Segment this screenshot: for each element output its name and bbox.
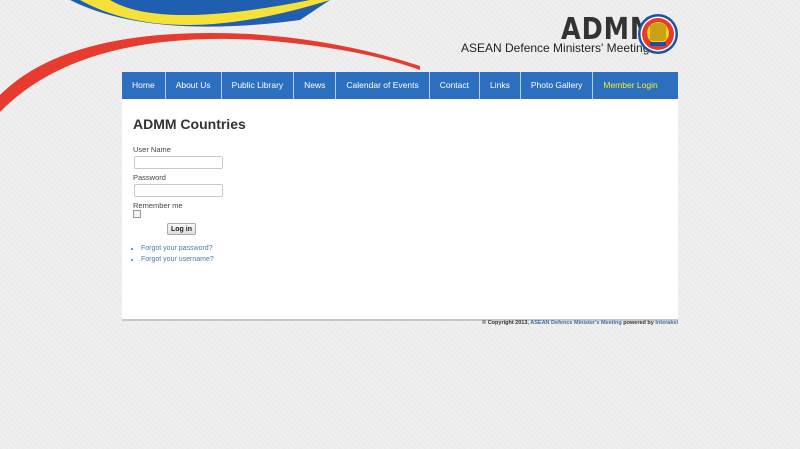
footer: © Copyright 2013, ASEAN Defence Minister… <box>122 320 678 326</box>
nav-home[interactable]: Home <box>122 72 166 99</box>
asean-emblem-icon <box>638 14 678 54</box>
help-links: Forgot your password? Forgot your userna… <box>133 243 214 265</box>
nav-calendar-of-events[interactable]: Calendar of Events <box>336 72 430 99</box>
footer-powered-by: powered by <box>623 320 654 326</box>
remember-me-checkbox[interactable] <box>133 210 141 218</box>
logo-subtitle: ASEAN Defence Ministers' Meeting <box>461 41 650 55</box>
nav-about-us[interactable]: About Us <box>166 72 222 99</box>
login-button[interactable]: Log in <box>167 223 196 235</box>
page-title: ADMM Countries <box>133 116 246 132</box>
site-logo[interactable]: ADMM ASEAN Defence Ministers' Meeting <box>455 12 685 62</box>
nav-links[interactable]: Links <box>480 72 521 99</box>
footer-site-link[interactable]: ASEAN Defence Minister's Meeting <box>530 320 621 326</box>
list-item: Forgot your username? <box>141 254 214 265</box>
username-label: User Name <box>133 145 171 154</box>
footer-copyright: © Copyright 2013, <box>482 320 529 326</box>
remember-me-label: Remember me <box>133 201 183 210</box>
nav-news[interactable]: News <box>294 72 337 99</box>
nav-photo-gallery[interactable]: Photo Gallery <box>521 72 594 99</box>
main-nav: Home About Us Public Library News Calend… <box>122 72 678 99</box>
username-input[interactable] <box>134 156 223 169</box>
list-item: Forgot your password? <box>141 243 214 254</box>
nav-member-login[interactable]: Member Login <box>593 72 667 99</box>
forgot-password-link[interactable]: Forgot your password? <box>141 245 213 252</box>
password-input[interactable] <box>134 184 223 197</box>
login-panel: ADMM Countries User Name Password Rememb… <box>122 99 678 321</box>
forgot-username-link[interactable]: Forgot your username? <box>141 256 214 263</box>
nav-public-library[interactable]: Public Library <box>222 72 295 99</box>
nav-contact[interactable]: Contact <box>430 72 481 99</box>
footer-vendor-link[interactable]: Interaksi <box>655 320 678 326</box>
password-label: Password <box>133 173 166 182</box>
